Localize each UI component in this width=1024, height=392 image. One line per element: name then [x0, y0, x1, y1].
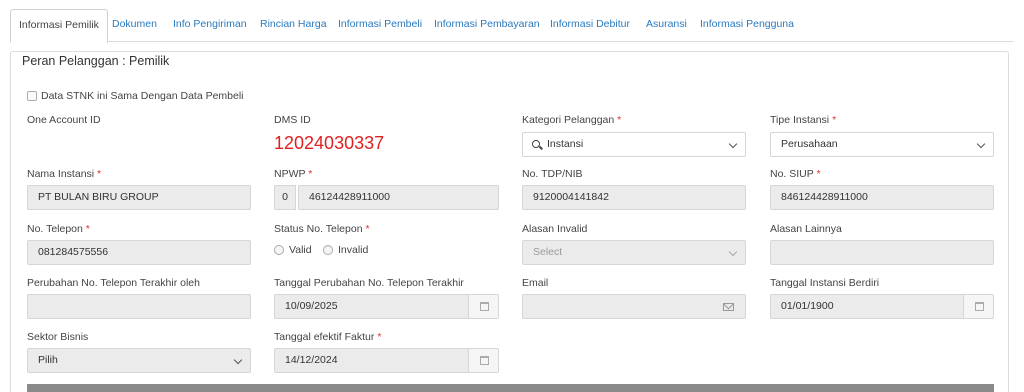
status-valid-radio[interactable] — [274, 245, 284, 255]
tipe-instansi-label: Tipe Instansi * — [770, 114, 837, 126]
calendar-icon — [480, 302, 489, 311]
kategori-pelanggan-label: Kategori Pelanggan * — [522, 114, 622, 126]
same-as-buyer-row: Data STNK ini Sama Dengan Data Pembeli — [27, 90, 244, 102]
tab-dokumen[interactable]: Dokumen — [112, 9, 157, 42]
tanggal-faktur-label: Tanggal efektif Faktur * — [274, 331, 382, 343]
calendar-icon — [480, 356, 489, 365]
tab-informasi-debitur[interactable]: Informasi Debitur — [550, 9, 630, 42]
npwp-prefix: 0 — [274, 185, 296, 210]
tab-info-pengiriman[interactable]: Info Pengiriman — [173, 9, 247, 42]
chevron-down-icon — [976, 139, 986, 149]
alasan-lainnya-label: Alasan Lainnya — [770, 223, 842, 235]
panel-title: Peran Pelanggan : Pemilik — [22, 54, 170, 68]
calendar-icon — [975, 302, 984, 311]
status-invalid-label: Invalid — [338, 244, 369, 256]
tab-asuransi[interactable]: Asuransi — [646, 9, 687, 42]
tab-rincian-harga[interactable]: Rincian Harga — [260, 9, 327, 42]
dms-id-label: DMS ID — [274, 114, 311, 126]
email-input[interactable] — [522, 294, 746, 319]
status-valid-label: Valid — [289, 244, 312, 256]
no-tdp-input[interactable]: 9120004141842 — [522, 185, 746, 210]
tanggal-perubahan-label: Tanggal Perubahan No. Telepon Terakhir — [274, 277, 464, 289]
chevron-down-icon — [233, 355, 243, 365]
one-account-id-label: One Account ID — [27, 114, 101, 126]
chevron-down-icon — [728, 247, 738, 257]
tanggal-perubahan-input[interactable]: 10/09/2025 — [274, 294, 499, 319]
no-telepon-label: No. Telepon * — [27, 223, 90, 235]
tipe-instansi-select[interactable]: Perusahaan — [770, 132, 994, 157]
chevron-down-icon — [728, 139, 738, 149]
kategori-pelanggan-select[interactable]: Instansi — [522, 132, 746, 157]
no-telepon-input[interactable]: 081284575556 — [27, 240, 251, 265]
owner-panel — [10, 51, 1009, 392]
tab-informasi-pembayaran[interactable]: Informasi Pembayaran — [434, 9, 540, 42]
tanggal-berdiri-input[interactable]: 01/01/1900 — [770, 294, 994, 319]
nama-instansi-label: Nama Instansi * — [27, 168, 102, 180]
dms-id-value: 12024030337 — [274, 133, 385, 153]
perubahan-oleh-input[interactable] — [27, 294, 251, 319]
alasan-invalid-select[interactable]: Select — [522, 240, 746, 265]
tanggal-berdiri-label: Tanggal Instansi Berdiri — [770, 277, 880, 289]
sektor-bisnis-label: Sektor Bisnis — [27, 331, 89, 343]
tab-bar: Informasi Pemilik Dokumen Info Pengirima… — [10, 9, 1014, 43]
status-invalid-radio[interactable] — [323, 245, 333, 255]
sektor-bisnis-select[interactable]: Pilih — [27, 348, 251, 373]
tab-informasi-pembeli[interactable]: Informasi Pembeli — [338, 9, 422, 42]
no-siup-label: No. SIUP * — [770, 168, 821, 180]
no-siup-input[interactable]: 846124428911000 — [770, 185, 994, 210]
calendar-button[interactable] — [963, 295, 993, 318]
npwp-input[interactable]: 46124428911000 — [298, 185, 499, 210]
search-icon — [532, 140, 540, 148]
alasan-invalid-label: Alasan Invalid — [522, 223, 588, 235]
nama-instansi-input[interactable]: PT BULAN BIRU GROUP — [27, 185, 251, 210]
tab-informasi-pengguna[interactable]: Informasi Pengguna — [700, 9, 794, 42]
same-as-buyer-checkbox[interactable] — [27, 91, 37, 101]
calendar-button[interactable] — [468, 295, 498, 318]
email-label: Email — [522, 277, 549, 289]
same-as-buyer-label: Data STNK ini Sama Dengan Data Pembeli — [41, 90, 244, 102]
calendar-button[interactable] — [468, 349, 498, 372]
tanggal-faktur-input[interactable]: 14/12/2024 — [274, 348, 499, 373]
no-tdp-label: No. TDP/NIB — [522, 168, 583, 180]
section-header-bar — [27, 384, 994, 392]
npwp-label: NPWP * — [274, 168, 313, 180]
tab-informasi-pemilik[interactable]: Informasi Pemilik — [10, 9, 108, 43]
status-telepon-label: Status No. Telepon * — [274, 223, 370, 235]
envelope-icon — [723, 303, 734, 311]
perubahan-oleh-label: Perubahan No. Telepon Terakhir oleh — [27, 277, 200, 289]
alasan-lainnya-input[interactable] — [770, 240, 994, 265]
